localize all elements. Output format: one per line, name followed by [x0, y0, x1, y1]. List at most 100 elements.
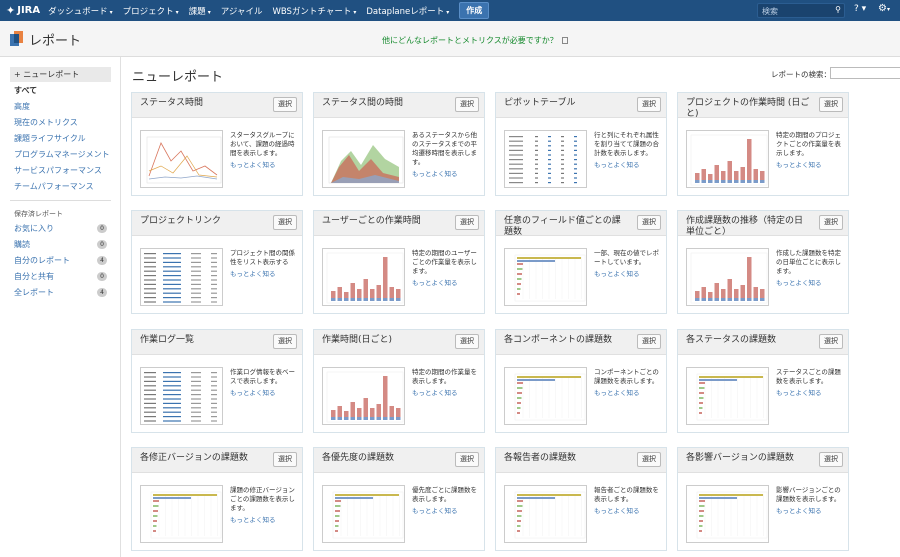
nav-item[interactable]: WBSガントチャート ▾: [272, 5, 356, 17]
learn-more-link[interactable]: もっとよく知る: [776, 279, 846, 288]
saved-report-item[interactable]: 購読 0: [10, 236, 111, 252]
report-thumbnail: [686, 485, 769, 543]
request-report-link[interactable]: 他にどんなレポートとメトリクスが必要ですか？: [382, 35, 568, 46]
learn-more-link[interactable]: もっとよく知る: [230, 270, 300, 279]
report-card: プロジェクトの作業時間 (日ごと) 選択 特定の期間のプロジェクトごとの作業量を表示…: [677, 92, 849, 196]
learn-more-link[interactable]: もっとよく知る: [776, 507, 846, 516]
report-description: 特定の期間のユーザーごとの作業量を表示します。 もっとよく知る: [412, 249, 482, 288]
report-description: プロジェクト間の関係性をリスト表示する もっとよく知る: [230, 249, 300, 279]
select-button[interactable]: 選択: [637, 334, 661, 349]
jira-logo[interactable]: ✦ JIRA: [6, 4, 40, 17]
report-description: 影響バージョンごとの課題数を表示します。 もっとよく知る: [776, 486, 846, 516]
sidebar-new-report[interactable]: + ニューレポート: [10, 67, 111, 82]
learn-more-link[interactable]: もっとよく知る: [594, 270, 664, 279]
learn-more-link[interactable]: もっとよく知る: [412, 507, 482, 516]
nav-item[interactable]: Dataplaneレポート ▾: [366, 5, 449, 17]
report-card-header: 各修正バージョンの課題数 選択: [132, 448, 302, 473]
report-card: ピボットテーブル 選択行と列にそれぞれ属性を割り当てて課題の合計数を表示します。も…: [495, 92, 667, 196]
report-description: 行と列にそれぞれ属性を割り当てて課題の合計数を表示します。 もっとよく知る: [594, 131, 664, 170]
learn-more-link[interactable]: もっとよく知る: [594, 161, 664, 170]
nav-item[interactable]: アジャイル: [221, 5, 263, 17]
learn-more-link[interactable]: もっとよく知る: [230, 389, 300, 398]
learn-more-link[interactable]: もっとよく知る: [412, 170, 482, 179]
report-thumbnail: [322, 485, 405, 543]
report-card-title: 任意のフィールド値ごとの課題数: [504, 216, 621, 237]
gear-icon[interactable]: ⚙▾: [878, 3, 890, 14]
report-description: あるステータスから他のステータスまでの平均遷移時間を表示します。 もっとよく知る: [412, 131, 482, 179]
report-card-header: ステータス間の時間 選択: [314, 93, 484, 118]
saved-report-item[interactable]: お気に入り 0: [10, 220, 111, 236]
report-card-title: 各報告者の課題数: [504, 453, 577, 463]
sidebar-item[interactable]: すべて: [10, 82, 111, 98]
report-thumbnail: [140, 130, 223, 188]
report-card-title: 各修正バージョンの課題数: [140, 453, 248, 463]
nav-item[interactable]: 課題 ▾: [189, 5, 211, 17]
nav-item[interactable]: プロジェクト ▾: [123, 5, 179, 17]
report-card-header: 各優先度の課題数 選択: [314, 448, 484, 473]
select-button[interactable]: 選択: [273, 215, 297, 230]
select-button[interactable]: 選択: [455, 334, 479, 349]
sidebar-item[interactable]: 課題ライフサイクル: [10, 130, 111, 146]
select-button[interactable]: 選択: [637, 452, 661, 467]
chevron-down-icon: ▾: [353, 8, 357, 16]
search-input[interactable]: 検索 ⚲: [757, 3, 845, 18]
report-card-title: ステータス間の時間: [322, 98, 404, 108]
saved-report-item[interactable]: 自分と共有 0: [10, 268, 111, 284]
select-button[interactable]: 選択: [637, 97, 661, 112]
select-button[interactable]: 選択: [637, 215, 661, 230]
report-thumbnail: [140, 367, 223, 425]
saved-report-item[interactable]: 全レポート 4: [10, 284, 111, 300]
select-button[interactable]: 選択: [819, 452, 843, 467]
learn-more-link[interactable]: もっとよく知る: [776, 161, 846, 170]
learn-more-link[interactable]: もっとよく知る: [594, 507, 664, 516]
report-thumbnail: [504, 130, 587, 188]
sidebar-item[interactable]: サービスパフォーマンス: [10, 162, 111, 178]
select-button[interactable]: 選択: [455, 97, 479, 112]
report-description: コンポーネントごとの課題数を表示します。 もっとよく知る: [594, 368, 664, 398]
report-card-header: 作業ログ一覧 選択: [132, 330, 302, 355]
chevron-down-icon: ▾: [175, 8, 179, 16]
report-card-header: 各ステータスの課題数 選択: [678, 330, 848, 355]
sidebar-item[interactable]: プログラムマネージメント: [10, 146, 111, 162]
report-search-input[interactable]: [830, 67, 900, 79]
report-card-header: 各報告者の課題数 選択: [496, 448, 666, 473]
learn-more-link[interactable]: もっとよく知る: [594, 389, 664, 398]
report-card: 任意のフィールド値ごとの課題数 選択 一部、現在の値でレポートしています。 もっとよく…: [495, 210, 667, 314]
help-icon[interactable]: ? ▾: [854, 4, 866, 14]
select-button[interactable]: 選択: [455, 215, 479, 230]
select-button[interactable]: 選択: [273, 452, 297, 467]
select-button[interactable]: 選択: [273, 97, 297, 112]
report-thumbnail: [322, 367, 405, 425]
learn-more-link[interactable]: もっとよく知る: [412, 279, 482, 288]
report-description: 優先度ごとに課題数を表示します。 もっとよく知る: [412, 486, 482, 516]
sidebar-item[interactable]: 現在のメトリクス: [10, 114, 111, 130]
select-button[interactable]: 選択: [273, 334, 297, 349]
report-card-header: ピボットテーブル 選択: [496, 93, 666, 118]
report-card: 作業時間(日ごと) 選択 特定の期間の作業量を表示します。 もっとよく知る: [313, 329, 485, 433]
report-card: ユーザーごとの作業時間 選択 特定の期間のユーザーごとの作業量を表示します。 もっとよ…: [313, 210, 485, 314]
learn-more-link[interactable]: もっとよく知る: [230, 161, 300, 170]
select-button[interactable]: 選択: [819, 334, 843, 349]
report-description: 作業ログ情報を表ベースで表示します。 もっとよく知る: [230, 368, 300, 398]
sidebar-item[interactable]: 高度: [10, 98, 111, 114]
nav-item[interactable]: ダッシュボード ▾: [48, 5, 113, 17]
report-card: 各優先度の課題数 選択優先度ごとに課題数を表示します。 もっとよく知る: [313, 447, 485, 551]
count-badge: 4: [97, 287, 107, 297]
report-thumbnail: [686, 130, 769, 188]
saved-report-item[interactable]: 自分のレポート 4: [10, 252, 111, 268]
report-card-title: 各コンポーネントの課題数: [504, 335, 613, 345]
report-thumbnail: [504, 485, 587, 543]
main-title: ニューレポート: [132, 70, 224, 85]
create-button[interactable]: 作成: [459, 2, 490, 19]
learn-more-link[interactable]: もっとよく知る: [776, 389, 846, 398]
report-card-header: プロジェクトの作業時間 (日ごと) 選択: [678, 93, 848, 119]
count-badge: 0: [97, 271, 107, 281]
select-button[interactable]: 選択: [819, 97, 843, 112]
select-button[interactable]: 選択: [455, 452, 479, 467]
learn-more-link[interactable]: もっとよく知る: [230, 516, 300, 525]
report-card: 作成課題数の推移（特定の日単位ごと） 選択 作成した課題数を特定の日単位ごとに表示し…: [677, 210, 849, 314]
select-button[interactable]: 選択: [819, 215, 843, 230]
search-icon[interactable]: ⚲: [835, 5, 841, 14]
sidebar-item[interactable]: チームパフォーマンス: [10, 178, 111, 194]
learn-more-link[interactable]: もっとよく知る: [412, 389, 482, 398]
